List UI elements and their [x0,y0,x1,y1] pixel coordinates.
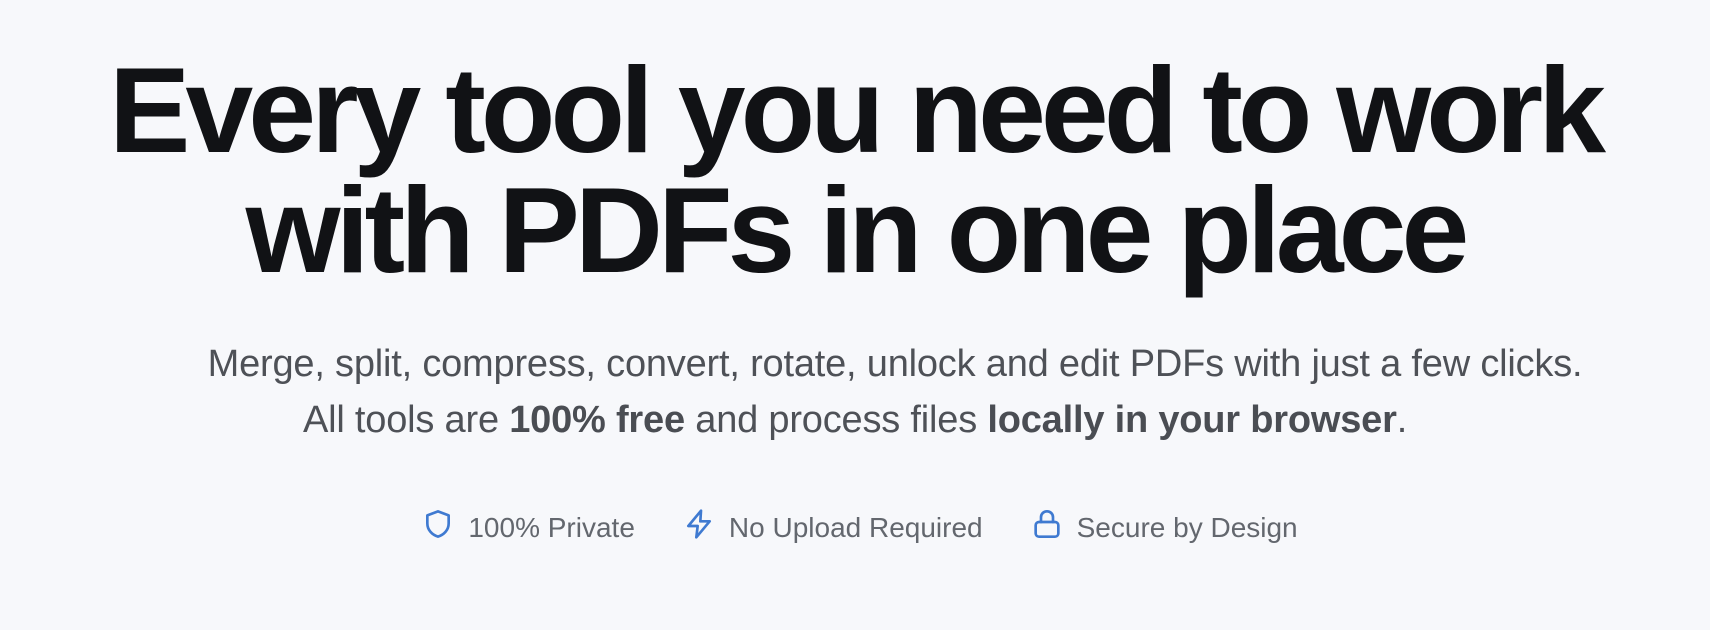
subtitle-text: and process files [684,399,988,441]
hero-subtitle: Merge, split, compress, convert, rotate,… [0,336,1710,448]
subtitle-text: All tools are [302,399,510,441]
headline-line-2: with PDFs in one place [245,162,1470,298]
subtitle-text: . [1396,399,1408,441]
feature-label: 100% Private [468,511,635,543]
subtitle-emphasis-local: locally in your browser [987,399,1397,441]
shield-icon [422,508,454,547]
subtitle-line-1: Merge, split, compress, convert, rotate,… [207,343,1583,385]
feature-list: 100% Private No Upload Required Secure b… [0,508,1710,547]
feature-private: 100% Private [422,508,635,547]
subtitle-line-2: All tools are 100% free and process file… [0,392,1710,448]
feature-secure: Secure by Design [1031,508,1298,547]
feature-label: No Upload Required [728,511,983,543]
subtitle-emphasis-free: 100% free [509,399,685,441]
hero-section: Every tool you need to work with PDFs in… [0,0,1710,630]
headline-line-1: Every tool you need to work [109,42,1606,178]
feature-label: Secure by Design [1076,511,1298,543]
feature-no-upload: No Upload Required [683,508,983,547]
hero-headline: Every tool you need to work with PDFs in… [0,42,1710,298]
lightning-icon [683,508,715,547]
lock-icon [1031,508,1063,547]
